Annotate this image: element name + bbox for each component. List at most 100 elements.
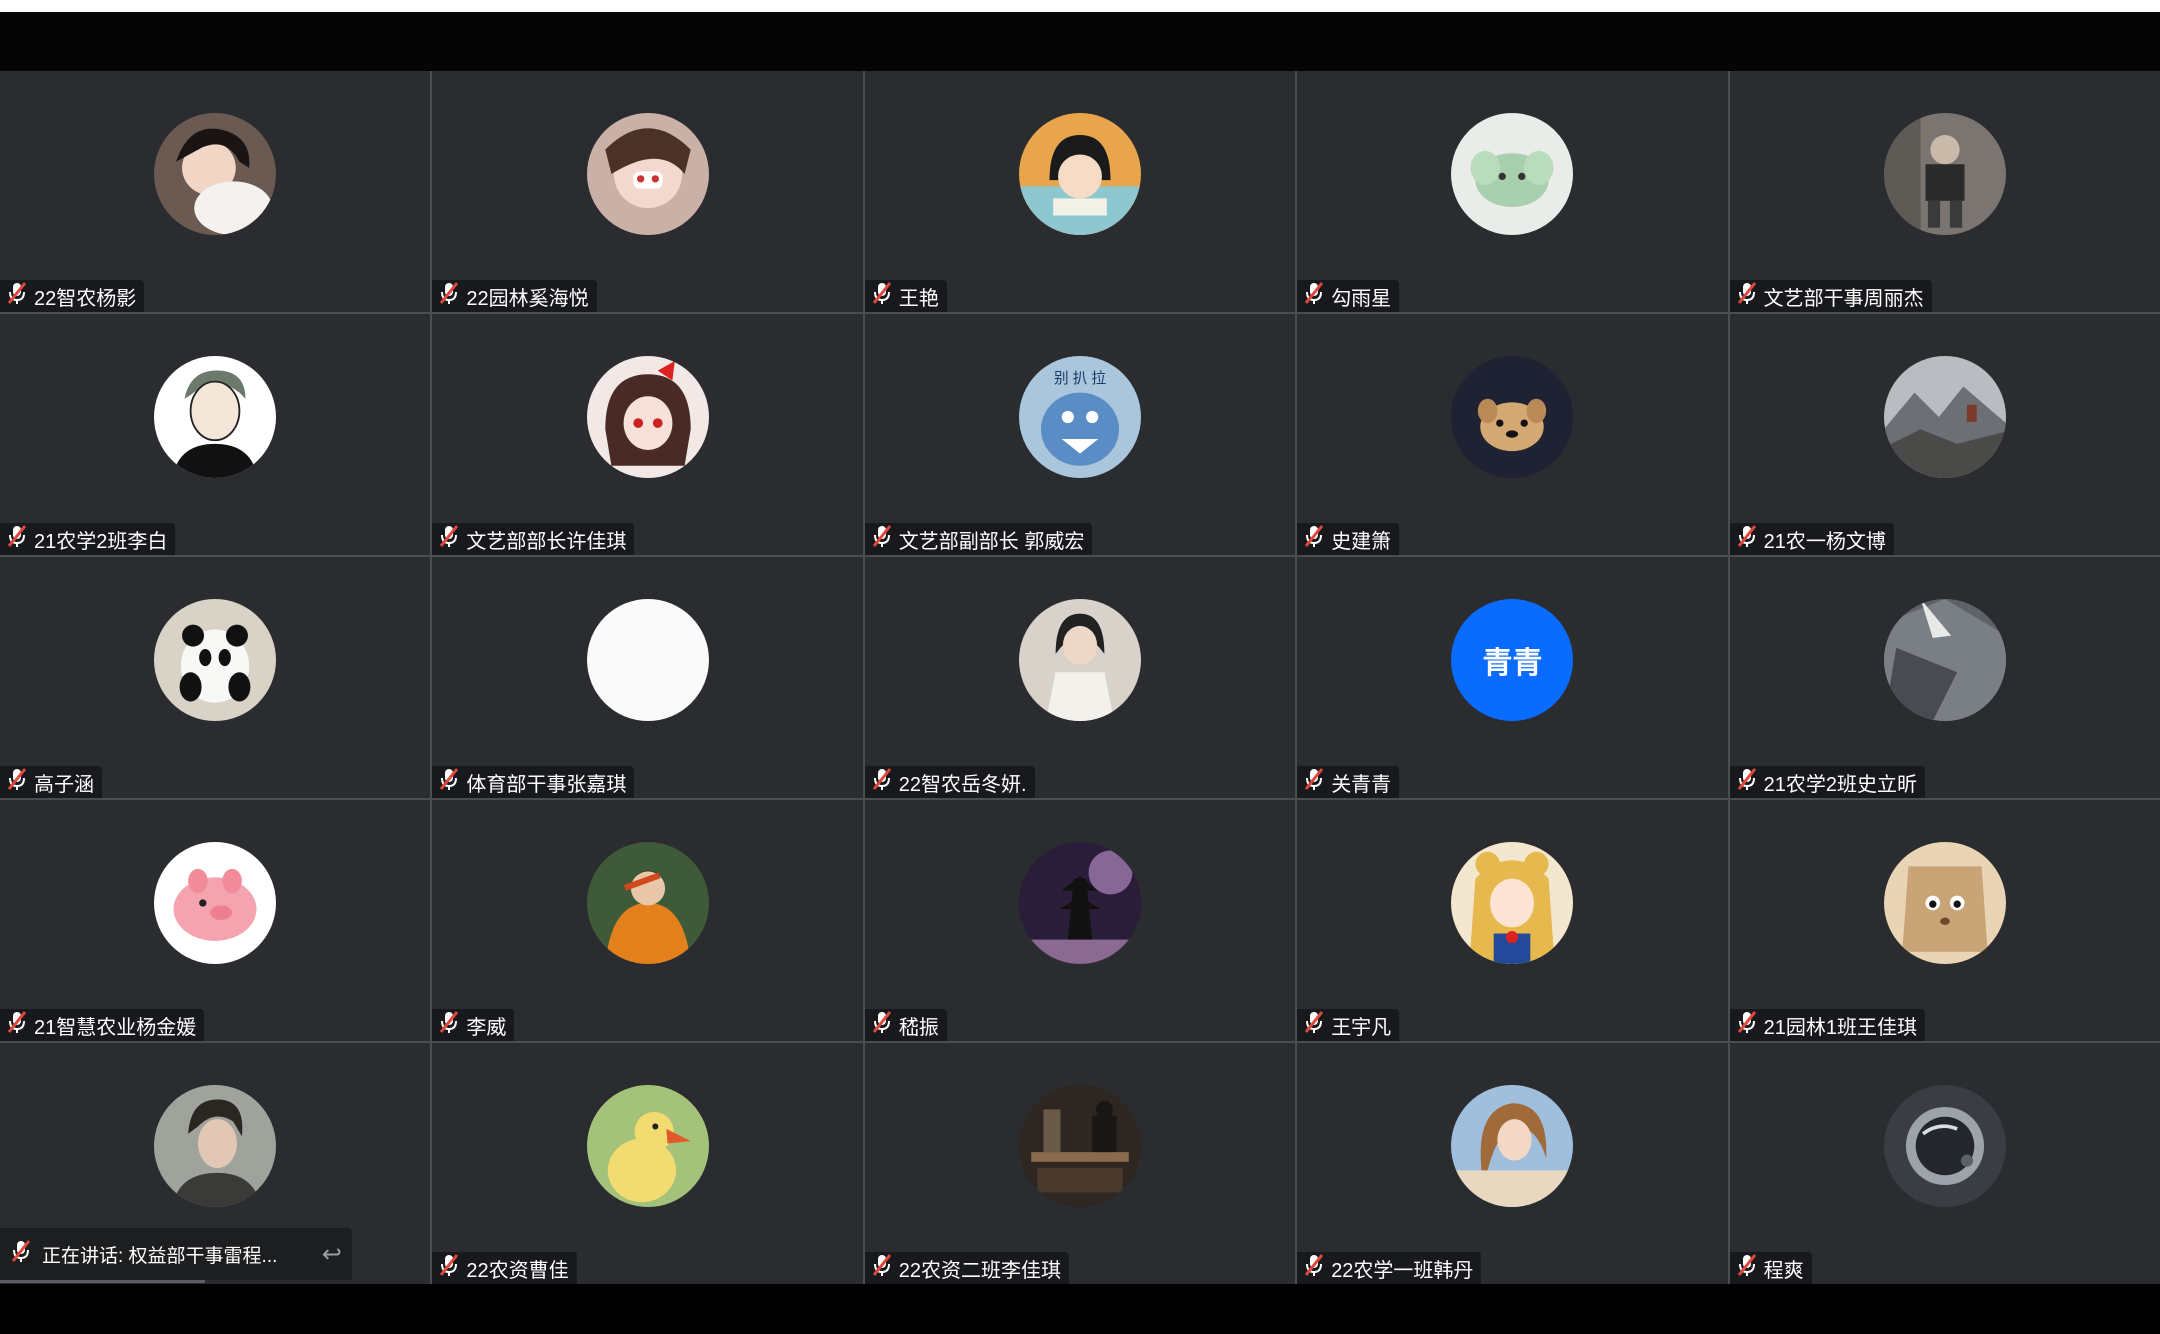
avatar	[1451, 842, 1574, 964]
participant-tile[interactable]: 高子涵	[0, 557, 431, 798]
avatar	[1018, 1085, 1141, 1207]
mic-muted-icon	[6, 281, 28, 311]
participant-name: 文艺部部长许佳琪	[466, 530, 627, 553]
avatar	[586, 1085, 709, 1207]
participant-name-tag: 22园林奚海悦	[432, 280, 597, 312]
participant-tile[interactable]: 文艺部干事周丽杰	[1729, 71, 2160, 312]
participant-name: 22园林奚海悦	[466, 287, 589, 310]
participant-tile[interactable]: 史建箫	[1297, 314, 1728, 555]
mic-muted-icon	[1736, 767, 1758, 797]
participant-name-tag: 勾雨星	[1297, 280, 1400, 312]
mic-muted-icon	[438, 281, 460, 311]
participant-name: 嵇振	[898, 1016, 939, 1039]
participant-name: 体育部干事张嘉琪	[466, 773, 627, 796]
mic-muted-icon	[871, 767, 893, 797]
participant-tile[interactable]: 青青关青青	[1297, 557, 1728, 798]
mic-muted-icon	[1736, 1253, 1758, 1283]
top-edge	[0, 0, 2160, 12]
avatar	[154, 599, 277, 721]
participant-tile[interactable]: 王艳	[864, 71, 1296, 312]
participant-name-tag: 文艺部干事周丽杰	[1729, 280, 1932, 312]
participant-name: 22智农杨影	[34, 287, 137, 310]
participant-tile[interactable]: 22园林奚海悦	[432, 71, 863, 312]
mic-muted-icon	[1736, 1010, 1758, 1040]
participant-name: 文艺部干事周丽杰	[1763, 287, 1924, 310]
avatar	[1451, 1085, 1574, 1207]
mic-muted-icon	[10, 1239, 32, 1269]
avatar	[586, 842, 709, 964]
participant-tile[interactable]: 文艺部部长许佳琪	[432, 314, 863, 555]
mic-muted-icon	[438, 1253, 460, 1283]
participant-tile[interactable]: 勾雨星	[1297, 71, 1728, 312]
participant-name: 22智农岳冬妍.	[898, 773, 1027, 796]
participant-name-tag: 王艳	[864, 280, 947, 312]
avatar	[586, 356, 709, 478]
participant-tile[interactable]: 21农一杨文博	[1729, 314, 2160, 555]
mic-muted-icon	[6, 1010, 28, 1040]
participant-tile[interactable]: 21农学2班李白	[0, 314, 431, 555]
mic-muted-icon	[438, 767, 460, 797]
avatar	[1883, 113, 2006, 235]
avatar	[1018, 842, 1141, 964]
mic-muted-icon	[871, 1010, 893, 1040]
mic-muted-icon	[438, 1010, 460, 1040]
mic-muted-icon	[871, 1253, 893, 1283]
participant-tile[interactable]: 21农学2班史立昕	[1729, 557, 2160, 798]
avatar	[154, 113, 277, 235]
avatar	[1451, 113, 1574, 235]
participant-name-tag: 关青青	[1297, 766, 1400, 798]
participant-name: 21园林1班王佳琪	[1763, 1016, 1917, 1039]
participant-name-tag: 程爽	[1729, 1252, 1812, 1284]
avatar	[586, 113, 709, 235]
participant-name: 22农资曹佳	[466, 1259, 569, 1282]
participant-tile[interactable]: 王宇凡	[1297, 800, 1728, 1041]
participant-name-tag: 体育部干事张嘉琪	[432, 766, 635, 798]
mic-muted-icon	[1303, 281, 1325, 311]
avatar	[1883, 599, 2006, 721]
participant-name: 王宇凡	[1331, 1016, 1392, 1039]
participant-name: 21农学2班李白	[34, 530, 168, 553]
participant-name-tag: 21农学2班李白	[0, 523, 176, 555]
avatar	[1883, 1085, 2006, 1207]
avatar: 青青	[1451, 599, 1574, 721]
active-speaker-bar[interactable]: 正在讲话: 权益部干事雷程... ↩	[0, 1228, 352, 1280]
participant-name-tag: 21园林1班王佳琪	[1729, 1009, 1925, 1041]
participant-name-tag: 李威	[432, 1009, 515, 1041]
mic-muted-icon	[438, 524, 460, 554]
participant-name: 高子涵	[34, 773, 94, 796]
participant-tile[interactable]: 李威	[432, 800, 863, 1041]
participant-tile[interactable]: 21园林1班王佳琪	[1729, 800, 2160, 1041]
participant-tile[interactable]: 程爽	[1729, 1043, 2160, 1284]
participant-tile[interactable]: 21智慧农业杨金媛	[0, 800, 431, 1041]
participant-tile[interactable]: 22智农岳冬妍.	[864, 557, 1296, 798]
participant-tile[interactable]: 22农资曹佳	[432, 1043, 863, 1284]
participant-tile[interactable]: 嵇振	[864, 800, 1296, 1041]
participant-name-tag: 王宇凡	[1297, 1009, 1400, 1041]
avatar	[154, 1085, 277, 1207]
meeting-top-bar	[0, 12, 2160, 71]
mic-muted-icon	[1303, 767, 1325, 797]
participant-name-tag: 21农一杨文博	[1729, 523, 1894, 555]
participant-name: 李威	[466, 1016, 507, 1039]
avatar	[1018, 599, 1141, 721]
participant-name: 22农学一班韩丹	[1331, 1259, 1474, 1282]
mic-muted-icon	[871, 281, 893, 311]
avatar	[1883, 356, 2006, 478]
participant-name: 21智慧农业杨金媛	[34, 1016, 197, 1039]
participant-tile[interactable]: 22农学一班韩丹	[1297, 1043, 1728, 1284]
mic-muted-icon	[1736, 524, 1758, 554]
reply-arrow-icon[interactable]: ↩	[322, 1240, 342, 1269]
participant-name-tag: 史建箫	[1297, 523, 1400, 555]
avatar	[1018, 113, 1141, 235]
participant-tile[interactable]: 体育部干事张嘉琪	[432, 557, 863, 798]
participant-tile[interactable]: 22农资二班李佳琪	[864, 1043, 1296, 1284]
participant-tile[interactable]: 别 扒 拉文艺部副部长 郭威宏	[864, 314, 1296, 555]
participant-name-tag: 文艺部部长许佳琪	[432, 523, 635, 555]
avatar	[1883, 842, 2006, 964]
participant-name: 王艳	[898, 287, 939, 310]
mic-muted-icon	[1303, 524, 1325, 554]
speaker-underline	[0, 1280, 205, 1283]
mic-muted-icon	[1303, 1253, 1325, 1283]
participant-name-tag: 21农学2班史立昕	[1729, 766, 1925, 798]
participant-tile[interactable]: 22智农杨影	[0, 71, 431, 312]
